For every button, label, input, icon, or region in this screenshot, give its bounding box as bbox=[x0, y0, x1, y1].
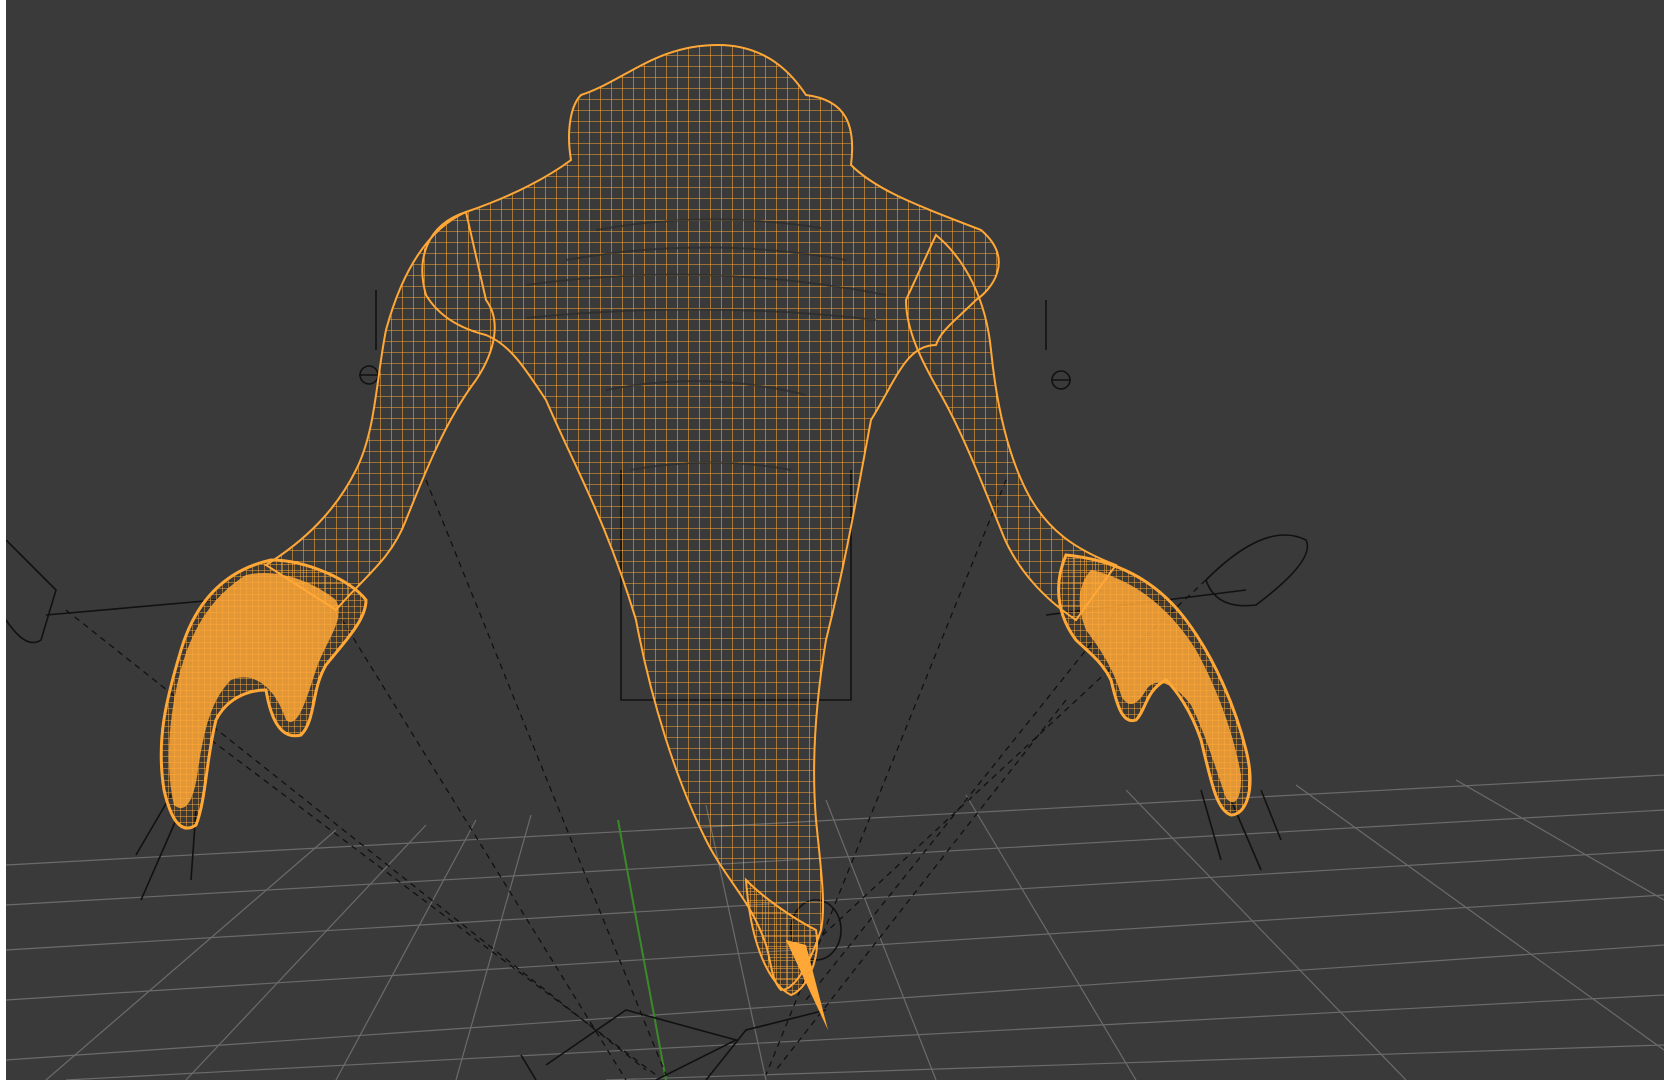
creature-torso-mesh[interactable] bbox=[159, 43, 1252, 1030]
floor-grid bbox=[6, 774, 1664, 1080]
viewport-scene[interactable] bbox=[6, 0, 1664, 1080]
3d-viewport[interactable] bbox=[6, 0, 1664, 1080]
y-axis-line bbox=[617, 819, 667, 1080]
